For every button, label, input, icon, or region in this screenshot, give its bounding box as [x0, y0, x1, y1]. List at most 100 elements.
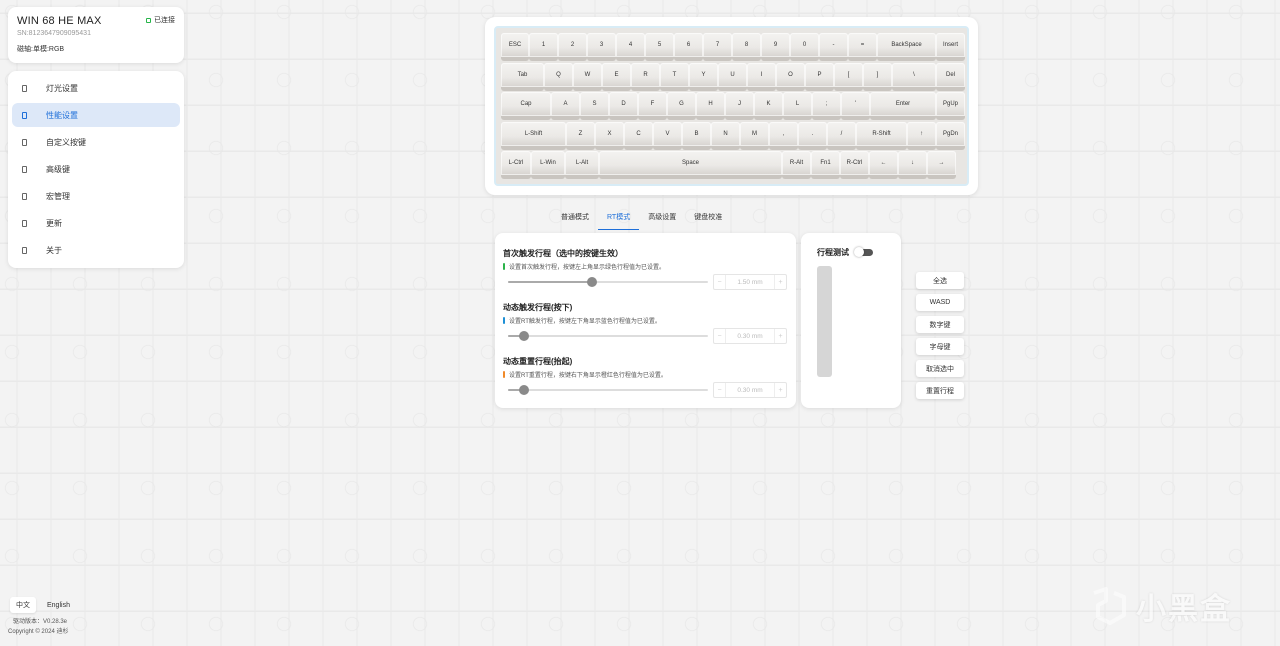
key-rctrl[interactable]: R-Ctrl [840, 151, 869, 179]
first-trigger-slider[interactable] [508, 275, 708, 289]
sidebar-item-about[interactable]: 关于 [12, 238, 180, 262]
key-cap[interactable]: Cap [501, 92, 551, 120]
key-symbol[interactable]: , [769, 121, 798, 150]
key-backspace[interactable]: BackSpace [877, 33, 936, 61]
key-symbol[interactable]: ] [863, 62, 892, 91]
key-i[interactable]: I [747, 62, 776, 91]
deselect-button[interactable]: 取消选中 [916, 360, 964, 377]
key-symbol[interactable]: ' [841, 92, 870, 120]
key-symbol[interactable]: . [798, 121, 827, 150]
key-fn1[interactable]: Fn1 [811, 151, 840, 179]
key-tab[interactable]: Tab [501, 62, 544, 91]
key-symbol[interactable]: ← [869, 151, 898, 179]
key-ralt[interactable]: R-Alt [782, 151, 811, 179]
select-wasd-button[interactable]: WASD [916, 294, 964, 311]
dynamic-press-input[interactable]: − 0.30 mm + [713, 328, 787, 344]
key-f[interactable]: F [638, 92, 667, 120]
reset-travel-button[interactable]: 重置行程 [916, 382, 964, 399]
sidebar-item-lighting[interactable]: 灯光设置 [12, 76, 180, 100]
key-u[interactable]: U [718, 62, 747, 91]
key-c[interactable]: C [624, 121, 653, 150]
key-lshift[interactable]: L-Shift [501, 121, 566, 150]
key-d[interactable]: D [609, 92, 638, 120]
key-y[interactable]: Y [689, 62, 718, 91]
sidebar-item-update[interactable]: 更新 [12, 211, 180, 235]
key-symbol[interactable]: = [848, 33, 877, 61]
key-o[interactable]: O [776, 62, 805, 91]
key-symbol[interactable]: ↓ [898, 151, 927, 179]
key-1[interactable]: 1 [529, 33, 558, 61]
key-h[interactable]: H [696, 92, 725, 120]
key-0[interactable]: 0 [790, 33, 819, 61]
first-trigger-input[interactable]: − 1.50 mm + [713, 274, 787, 290]
key-insert[interactable]: Insert [936, 33, 965, 61]
key-7[interactable]: 7 [703, 33, 732, 61]
key-pgup[interactable]: PgUp [936, 92, 965, 120]
dynamic-press-slider[interactable] [508, 329, 708, 343]
key-9[interactable]: 9 [761, 33, 790, 61]
tab-normal-mode[interactable]: 普通模式 [552, 209, 598, 227]
key-5[interactable]: 5 [645, 33, 674, 61]
sidebar-item-performance[interactable]: 性能设置 [12, 103, 180, 127]
key-j[interactable]: J [725, 92, 754, 120]
key-del[interactable]: Del [936, 62, 965, 91]
key-w[interactable]: W [573, 62, 602, 91]
minus-icon[interactable]: − [714, 275, 726, 289]
key-lwin[interactable]: L-Win [531, 151, 565, 179]
sidebar-item-advanced-keys[interactable]: 高级键 [12, 157, 180, 181]
key-4[interactable]: 4 [616, 33, 645, 61]
key-q[interactable]: Q [544, 62, 573, 91]
key-symbol[interactable]: / [827, 121, 856, 150]
key-m[interactable]: M [740, 121, 769, 150]
slider-thumb[interactable] [587, 277, 597, 287]
key-lalt[interactable]: L-Alt [565, 151, 599, 179]
key-a[interactable]: A [551, 92, 580, 120]
key-r[interactable]: R [631, 62, 660, 91]
key-g[interactable]: G [667, 92, 696, 120]
key-2[interactable]: 2 [558, 33, 587, 61]
key-t[interactable]: T [660, 62, 689, 91]
key-b[interactable]: B [682, 121, 711, 150]
key-pgdn[interactable]: PgDn [936, 121, 965, 150]
plus-icon[interactable]: + [774, 383, 786, 397]
language-chinese-button[interactable]: 中文 [10, 597, 36, 613]
sidebar-item-macros[interactable]: 宏管理 [12, 184, 180, 208]
travel-test-toggle[interactable] [854, 247, 873, 257]
key-symbol[interactable]: [ [834, 62, 863, 91]
tab-advanced-settings[interactable]: 高级设置 [639, 209, 685, 227]
key-8[interactable]: 8 [732, 33, 761, 61]
key-z[interactable]: Z [566, 121, 595, 150]
select-all-button[interactable]: 全选 [916, 272, 964, 289]
sidebar-item-custom-keys[interactable]: 自定义按键 [12, 130, 180, 154]
key-symbol[interactable]: \ [892, 62, 936, 91]
key-x[interactable]: X [595, 121, 624, 150]
select-number-keys-button[interactable]: 数字键 [916, 316, 964, 333]
plus-icon[interactable]: + [774, 275, 786, 289]
key-p[interactable]: P [805, 62, 834, 91]
slider-thumb[interactable] [519, 385, 529, 395]
dynamic-release-input[interactable]: − 0.30 mm + [713, 382, 787, 398]
key-k[interactable]: K [754, 92, 783, 120]
key-rshift[interactable]: R-Shift [856, 121, 907, 150]
language-english-button[interactable]: English [41, 599, 76, 612]
key-enter[interactable]: Enter [870, 92, 936, 120]
key-space[interactable]: Space [599, 151, 782, 179]
key-symbol[interactable]: ↑ [907, 121, 936, 150]
key-n[interactable]: N [711, 121, 740, 150]
select-letter-keys-button[interactable]: 字母键 [916, 338, 964, 355]
key-symbol[interactable]: → [927, 151, 956, 179]
key-v[interactable]: V [653, 121, 682, 150]
key-l[interactable]: L [783, 92, 812, 120]
tab-keyboard-calibration[interactable]: 键盘校准 [685, 209, 731, 227]
key-symbol[interactable]: ; [812, 92, 841, 120]
tab-rt-mode[interactable]: RT模式 [598, 209, 640, 230]
key-lctrl[interactable]: L-Ctrl [501, 151, 531, 179]
plus-icon[interactable]: + [774, 329, 786, 343]
key-e[interactable]: E [602, 62, 631, 91]
key-3[interactable]: 3 [587, 33, 616, 61]
key-s[interactable]: S [580, 92, 609, 120]
dynamic-release-slider[interactable] [508, 383, 708, 397]
key-symbol[interactable]: - [819, 33, 848, 61]
minus-icon[interactable]: − [714, 329, 726, 343]
key-esc[interactable]: ESC [501, 33, 529, 61]
